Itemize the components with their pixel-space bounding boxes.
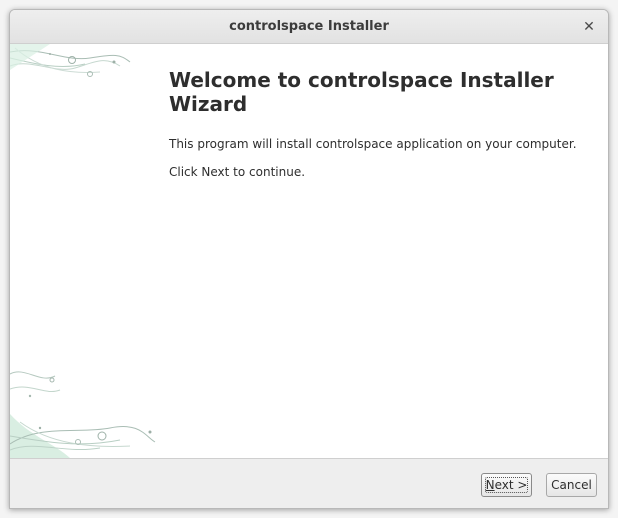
- cancel-button[interactable]: Cancel: [546, 473, 597, 497]
- cancel-button-label: Cancel: [551, 478, 592, 492]
- next-button[interactable]: Next >: [481, 473, 532, 497]
- install-description: This program will install controlspace a…: [169, 137, 577, 151]
- next-mnemonic: N: [485, 478, 495, 492]
- title-bar[interactable]: controlspace Installer ✕: [10, 10, 608, 44]
- next-label-rest: ext >: [494, 478, 528, 492]
- close-icon: ✕: [583, 19, 595, 35]
- installer-window: controlspace Installer ✕ Welcome to cont…: [9, 9, 609, 509]
- wizard-content: Welcome to controlspace Installer Wizard…: [10, 44, 608, 458]
- window-title: controlspace Installer: [229, 19, 389, 34]
- decorative-side-art: [10, 44, 156, 458]
- welcome-heading: Welcome to controlspace Installer Wizard: [169, 68, 554, 116]
- continue-instruction: Click Next to continue.: [169, 165, 306, 179]
- button-bar: Next > Cancel: [10, 458, 608, 508]
- close-button[interactable]: ✕: [580, 18, 598, 36]
- next-button-label: Next >: [486, 478, 528, 492]
